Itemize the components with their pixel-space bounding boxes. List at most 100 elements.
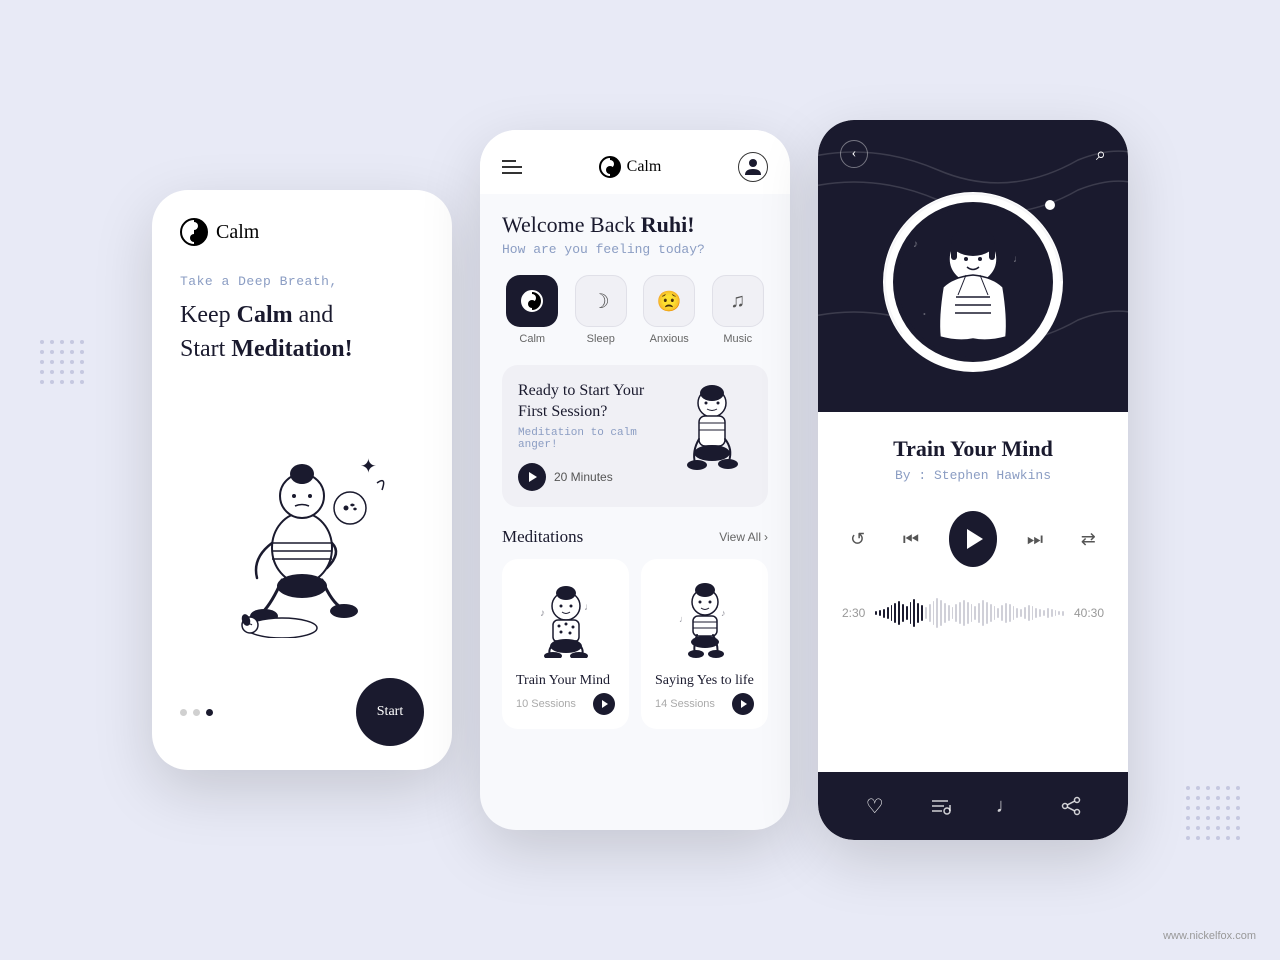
view-all-arrow: › — [764, 530, 768, 544]
svg-text:♪: ♪ — [721, 608, 726, 618]
headline-keep: Keep — [180, 302, 237, 328]
waveform-row: 2:30 40:30 — [842, 595, 1104, 631]
repeat-button[interactable]: ↺ — [842, 521, 873, 557]
search-button[interactable]: ⌕ — [1096, 144, 1106, 165]
username: Ruhi! — [641, 212, 695, 237]
session-play-button[interactable] — [518, 463, 546, 491]
nav-yin-yang — [599, 156, 621, 178]
med-card-1-footer: 10 Sessions — [516, 693, 615, 715]
waveform-bar — [917, 603, 919, 623]
subtitle: How are you feeling today? — [502, 242, 768, 257]
waveform-bar — [887, 607, 889, 619]
waveform-bar — [955, 604, 957, 622]
player-phone: ‹ ⌕ ♪ ♩ • — [818, 120, 1128, 840]
med-card-1-title: Train Your Mind — [516, 673, 615, 689]
dot-grid-left: (function(){ const g = document.querySel… — [40, 340, 84, 384]
music-note-button[interactable]: ♩ — [988, 788, 1024, 824]
waveform-bar — [1035, 608, 1037, 618]
waveform-bar — [913, 599, 915, 627]
waveform-bar — [944, 603, 946, 623]
calm-yin-yang — [521, 290, 543, 312]
nav-app-name: Calm — [627, 158, 662, 176]
waveform-bar — [1013, 606, 1015, 620]
med-card-2-title: Saying Yes to life — [655, 673, 754, 689]
mood-anxious-icon: 😟 — [643, 275, 695, 327]
waveform-bar — [875, 611, 877, 615]
rewind-button[interactable]: ⏮ — [895, 521, 926, 557]
shuffle-button[interactable]: ⇄ — [1073, 521, 1104, 557]
med-card-1-play[interactable] — [593, 693, 615, 715]
hamburger-line-long2 — [502, 172, 522, 174]
meditation-grid: ♪ ♩ Train Your Mind 10 Sessions — [502, 559, 768, 729]
nav-logo: Calm — [599, 156, 662, 178]
player-nav: ‹ ⌕ — [840, 140, 1106, 168]
med-card-1-img: ♪ ♩ — [516, 573, 615, 663]
waveform-bar — [971, 604, 973, 622]
meditations-title: Meditations — [502, 527, 583, 547]
time-current: 2:30 — [842, 606, 865, 620]
med-card-2-footer: 14 Sessions — [655, 693, 754, 715]
mood-anxious[interactable]: 😟 Anxious — [639, 275, 700, 345]
waveform-bar — [1020, 609, 1022, 617]
waveform-bar — [1005, 603, 1007, 623]
watermark: www.nickelfox.com — [1163, 930, 1256, 942]
session-figure — [672, 381, 752, 481]
session-card[interactable]: Ready to Start Your First Session? Medit… — [502, 365, 768, 507]
waveform-bar — [967, 602, 969, 624]
hamburger-line-long — [502, 166, 522, 168]
app-name: Calm — [216, 221, 259, 244]
waveform-bar — [1009, 604, 1011, 622]
waveform-bar — [990, 604, 992, 622]
progress-dot — [1045, 200, 1055, 210]
music-emoji: ♫ — [730, 290, 745, 313]
mood-music-label: Music — [723, 333, 752, 345]
session-card-text: Ready to Start Your First Session? Medit… — [518, 381, 672, 491]
waveform-bar — [1032, 606, 1034, 620]
waveform-bar — [898, 601, 900, 625]
med-card-1[interactable]: ♪ ♩ Train Your Mind 10 Sessions — [502, 559, 629, 729]
waveform-bar — [1039, 609, 1041, 617]
user-avatar[interactable] — [738, 152, 768, 182]
waveform-bar — [910, 602, 912, 624]
waveform-bar — [1055, 610, 1057, 616]
view-all-button[interactable]: View All › — [719, 530, 768, 544]
dot-grid-right — [1186, 786, 1240, 840]
play-pause-button[interactable] — [949, 511, 998, 567]
start-button[interactable]: Start — [356, 678, 424, 746]
waveform-bar — [879, 610, 881, 616]
forward-button[interactable]: ⏭ — [1019, 521, 1050, 557]
share-button[interactable] — [1053, 788, 1089, 824]
heart-button[interactable]: ♡ — [857, 788, 893, 824]
onboarding-phone: Calm Take a Deep Breath, Keep Calm and S… — [152, 190, 452, 770]
med-card-1-sessions: 10 Sessions — [516, 698, 576, 710]
pagination-dots — [180, 709, 213, 716]
session-subtitle: Meditation to calm anger! — [518, 427, 672, 451]
player-circle: ♪ ♩ • — [883, 192, 1063, 372]
waveform-bar — [921, 605, 923, 621]
player-circle-wrap: ♪ ♩ • — [840, 192, 1106, 382]
waveform-bar — [994, 606, 996, 620]
waveform-bar — [1024, 607, 1026, 619]
mood-calm[interactable]: Calm — [502, 275, 563, 345]
svg-text:♩: ♩ — [679, 614, 688, 624]
playlist-button[interactable] — [922, 788, 958, 824]
med-card-2-play[interactable] — [732, 693, 754, 715]
waveform-bar — [1058, 611, 1060, 615]
back-button[interactable]: ‹ — [840, 140, 868, 168]
mood-music[interactable]: ♫ Music — [708, 275, 769, 345]
app-header: Calm — [180, 218, 424, 246]
med-card-2-sessions: 14 Sessions — [655, 698, 715, 710]
dot-2 — [193, 709, 200, 716]
waveform-bar — [933, 601, 935, 625]
mood-music-icon: ♫ — [712, 275, 764, 327]
waveform-bar — [1062, 611, 1064, 616]
mood-grid: Calm ☽ Sleep 😟 Anxious ♫ Music — [502, 275, 768, 345]
waveform[interactable] — [875, 595, 1064, 631]
player-top: ‹ ⌕ ♪ ♩ • — [818, 120, 1128, 412]
dot-1 — [180, 709, 187, 716]
med-card-2[interactable]: ♪ ♩ Saying Yes to life 14 Sessions — [641, 559, 768, 729]
mood-sleep[interactable]: ☽ Sleep — [571, 275, 632, 345]
hamburger-menu[interactable] — [502, 160, 522, 174]
waveform-bar — [929, 604, 931, 622]
waveform-bar — [1047, 608, 1049, 618]
